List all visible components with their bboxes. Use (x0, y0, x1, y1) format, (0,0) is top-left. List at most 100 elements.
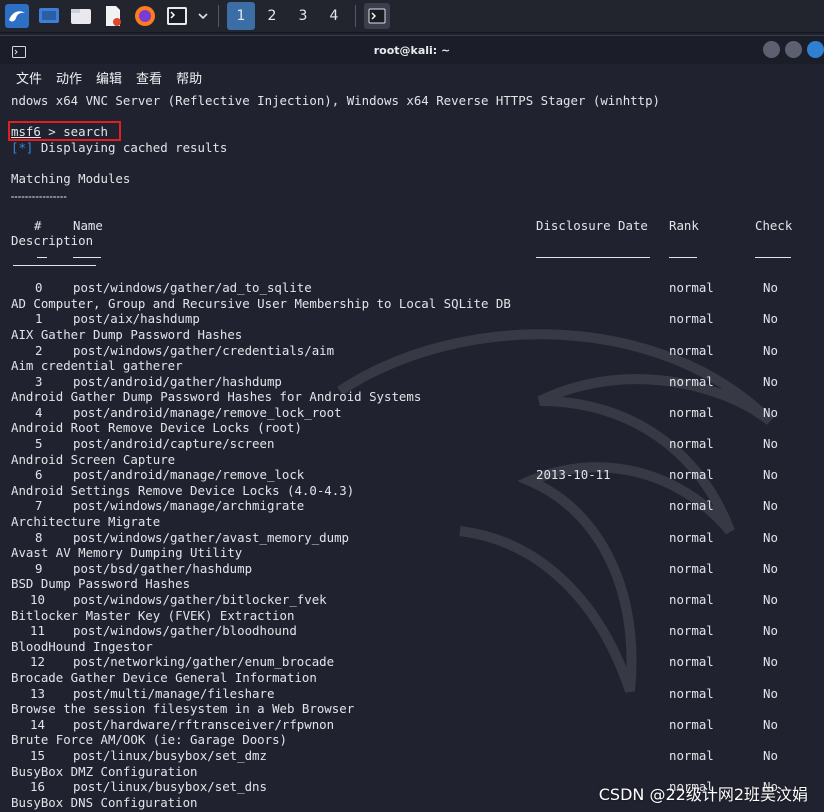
row-description-line: Bitlocker Master Key (FVEK) Extraction (11, 608, 823, 624)
table-header-line: # Name Disclosure Date Rank Check (11, 218, 823, 234)
file-manager-icon[interactable] (68, 3, 94, 29)
csdn-watermark: CSDN @22级计网2班吴汶娟 (598, 785, 808, 804)
module-description: BloodHound Ingestor (11, 638, 153, 654)
workspace-2[interactable]: 2 (258, 2, 286, 30)
module-rank: normal (669, 436, 714, 452)
workspace-3[interactable]: 3 (289, 2, 317, 30)
module-description: Aim credential gatherer (11, 358, 183, 374)
menu-view[interactable]: 查看 (136, 68, 162, 87)
table-row: 2 post/windows/gather/credentials/aim norm… (11, 343, 823, 359)
module-description: BSD Dump Password Hashes (11, 576, 191, 592)
module-name: post/android/manage/remove_lock (73, 467, 305, 483)
table-row: 8 post/windows/gather/avast_memory_dump no… (11, 530, 823, 546)
info-text: Displaying cached results (33, 139, 228, 155)
previous-output-text: ndows x64 VNC Server (Reflective Injecti… (11, 93, 661, 108)
workspace-4[interactable]: 4 (320, 2, 348, 30)
row-number: 8 (35, 529, 43, 545)
show-desktop-icon[interactable] (36, 3, 62, 29)
row-number: 15 (30, 747, 45, 763)
terminal-output[interactable]: ndows x64 VNC Server (Reflective Injecti… (8, 93, 823, 810)
row-number: 14 (30, 716, 45, 732)
module-name: post/networking/gather/enum_brocade (73, 654, 335, 670)
maximize-button[interactable] (785, 41, 802, 58)
row-number: 10 (30, 592, 45, 607)
text-editor-icon[interactable] (100, 3, 126, 29)
header-name: Name (73, 217, 103, 233)
row-description-line: Android Screen Capture (11, 452, 823, 468)
row-description-line: Android Settings Remove Device Locks (4.… (11, 483, 823, 499)
header-underline (37, 256, 47, 258)
module-rank: normal (669, 685, 714, 701)
menu-edit[interactable]: 编辑 (96, 68, 122, 87)
module-description: Avast AV Memory Dumping Utility (11, 545, 243, 561)
terminal-launcher-icon[interactable] (164, 3, 190, 29)
module-description: BusyBox DNS Configuration (11, 794, 198, 810)
header-description: Description (11, 233, 94, 249)
module-check: No (763, 280, 778, 296)
module-description: Architecture Migrate (11, 514, 161, 530)
menu-help[interactable]: 帮助 (176, 68, 202, 87)
table-row: 10 post/windows/gather/bitlocker_fvek norm… (11, 592, 823, 608)
minimize-button[interactable] (763, 41, 780, 58)
table-row: 9 post/bsd/gather/hashdump normal No (11, 561, 823, 577)
row-number: 0 (35, 280, 43, 296)
table-row: 15 post/linux/busybox/set_dmz normal No (11, 748, 823, 764)
module-name: post/android/manage/remove_lock_root (73, 404, 342, 420)
module-description: Android Root Remove Device Locks (root) (11, 420, 302, 436)
workspace-1[interactable]: 1 (227, 2, 255, 30)
menu-file[interactable]: 文件 (16, 68, 42, 87)
module-description: Android Screen Capture (11, 451, 176, 467)
module-check: No (763, 311, 778, 327)
header-num: # (34, 217, 42, 233)
open-terminal-task-icon[interactable] (364, 3, 390, 29)
module-name: post/windows/manage/archmigrate (73, 498, 305, 514)
module-check: No (763, 404, 778, 420)
firefox-icon[interactable] (132, 3, 158, 29)
module-description: Brocade Gather Device General Informatio… (11, 669, 317, 685)
row-description-line: Aim credential gatherer (11, 358, 823, 374)
row-number: 6 (35, 467, 43, 483)
row-description-line: BloodHound Ingestor (11, 639, 823, 655)
module-rank: normal (669, 592, 714, 607)
module-check: No (763, 498, 778, 514)
window-titlebar[interactable]: root@kali: ~ (0, 36, 824, 64)
module-description: Android Settings Remove Device Locks (4.… (11, 482, 355, 498)
table-row: 7 post/windows/manage/archmigrate normal No (11, 498, 823, 514)
table-row: 0 post/windows/gather/ad_to_sqlite normal N… (11, 280, 823, 296)
row-number: 12 (30, 654, 45, 670)
module-rank: normal (669, 623, 714, 639)
row-description-line: BSD Dump Password Hashes (11, 576, 823, 592)
module-rank: normal (669, 404, 714, 420)
module-description: Bitlocker Master Key (FVEK) Extraction (11, 607, 295, 623)
module-name: post/android/gather/hashdump (73, 373, 282, 389)
row-number: 7 (35, 498, 43, 514)
table-row: 11 post/windows/gather/bloodhound normal No (11, 623, 823, 639)
close-button[interactable] (807, 41, 824, 58)
module-check: No (763, 623, 778, 639)
module-name: post/windows/gather/credentials/aim (73, 342, 335, 358)
row-description-line: BusyBox DMZ Configuration (11, 764, 823, 780)
table-row: 13 post/multi/manage/fileshare normal No (11, 686, 823, 702)
taskbar: 1 2 3 4 (0, 0, 824, 33)
row-description-line: Brocade Gather Device General Informatio… (11, 670, 823, 686)
row-description-line: Browse the session filesystem in a Web B… (11, 701, 823, 717)
module-rank: normal (669, 498, 714, 514)
module-check: No (763, 560, 778, 576)
header-check: Check (755, 217, 793, 233)
table-row: 5 post/android/capture/screen normal No (11, 436, 823, 452)
description-underline-line (11, 264, 823, 281)
chevron-down-icon[interactable] (196, 3, 210, 29)
menu-action[interactable]: 动作 (56, 68, 82, 87)
module-rank: normal (669, 529, 714, 545)
kali-menu-icon[interactable] (4, 3, 30, 29)
module-name: post/aix/hashdump (73, 311, 200, 327)
header-underline (755, 256, 791, 258)
module-name: post/windows/gather/bitlocker_fvek (73, 592, 327, 607)
module-description: AIX Gather Dump Password Hashes (11, 326, 243, 342)
row-description-line: Avast AV Memory Dumping Utility (11, 545, 823, 561)
module-rank: normal (669, 747, 714, 763)
row-description-line: Architecture Migrate (11, 514, 823, 530)
module-check: No (763, 592, 778, 607)
